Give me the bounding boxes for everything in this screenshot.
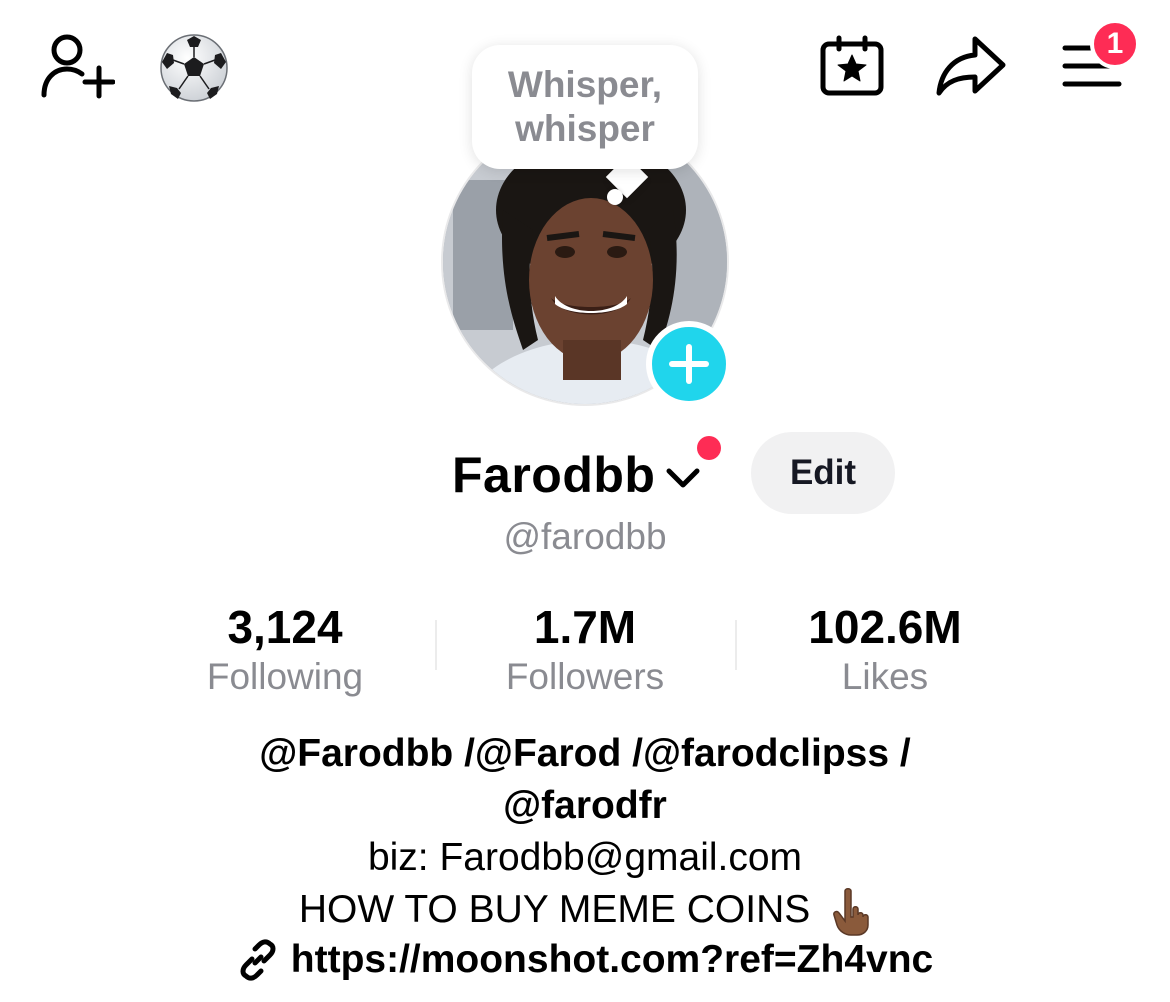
- bio-line-2: @farodfr: [503, 784, 667, 827]
- add-photo-button[interactable]: [646, 321, 732, 407]
- account-switcher[interactable]: Farodbb: [452, 440, 701, 510]
- whisper-line-2: whisper: [515, 108, 655, 149]
- bio-line-4: HOW TO BUY MEME COINS: [0, 884, 1170, 937]
- link-icon: [240, 939, 276, 981]
- whisper-dot: [607, 189, 623, 205]
- stat-likes[interactable]: 102.6M Likes: [735, 600, 1035, 700]
- notification-badge: 1: [1090, 19, 1140, 69]
- add-friend-button[interactable]: [36, 30, 118, 102]
- stat-value: 1.7M: [533, 601, 637, 653]
- stat-value: 3,124: [227, 601, 343, 653]
- stat-label: Followers: [505, 656, 665, 697]
- stat-value: 102.6M: [808, 601, 962, 653]
- bio-link[interactable]: https://moonshot.com?ref=Zh4vnc: [0, 938, 1170, 982]
- stat-label: Following: [206, 656, 364, 697]
- calendar-button[interactable]: [812, 30, 892, 102]
- stat-divider: [735, 620, 737, 670]
- account-notification-dot: [697, 436, 721, 460]
- bio-line-1: @Farodbb /@Farod /@farodclipss /: [259, 732, 911, 775]
- chevron-down-icon: [666, 468, 700, 488]
- plus-icon: [669, 344, 709, 384]
- whisper-bubble[interactable]: Whisper, whisper: [472, 45, 698, 169]
- pointing-down-hand-icon: [833, 887, 869, 936]
- stats-row: 3,124 Following 1.7M Followers 102.6M Li…: [135, 600, 1035, 700]
- bio-link-text[interactable]: https://moonshot.com?ref=Zh4vnc: [291, 938, 933, 982]
- soccer-ball-icon: [160, 34, 228, 102]
- bio: @Farodbb /@Farod /@farodclipss / @farodf…: [0, 728, 1170, 937]
- whisper-line-1: Whisper,: [507, 64, 663, 105]
- calendar-star-icon: [820, 35, 884, 96]
- bio-line-3: biz: Farodbb@gmail.com: [367, 836, 803, 879]
- username-handle: @farodbb: [503, 516, 667, 557]
- share-button[interactable]: [930, 30, 1012, 102]
- soccer-ball-button[interactable]: [156, 30, 232, 106]
- stat-following[interactable]: 3,124 Following: [135, 600, 435, 700]
- share-icon: [936, 36, 1006, 96]
- display-name: Farodbb: [452, 447, 656, 503]
- stat-label: Likes: [841, 656, 929, 697]
- bio-line-4-text: HOW TO BUY MEME COINS: [298, 888, 811, 931]
- edit-profile-button[interactable]: Edit: [751, 432, 895, 514]
- stat-divider: [435, 620, 437, 670]
- stat-followers[interactable]: 1.7M Followers: [435, 600, 735, 700]
- add-friend-icon: [41, 34, 115, 99]
